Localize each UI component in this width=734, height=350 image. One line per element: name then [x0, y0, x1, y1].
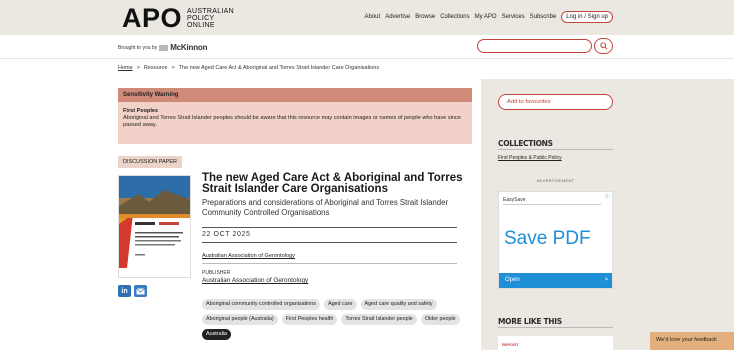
- publish-date: 22 OCT 2025: [202, 231, 251, 238]
- advertisement[interactable]: ⓘ EasySave Save PDF Open >: [498, 191, 613, 289]
- author-link[interactable]: Australian Association of Gerontology: [202, 253, 295, 259]
- ad-info-icon[interactable]: ⓘ: [605, 193, 610, 200]
- publisher-link[interactable]: Australian Association of Gerontology: [202, 277, 308, 284]
- ad-open-button[interactable]: Open >: [499, 273, 612, 288]
- page-subtitle: Preparations and considerations of Abori…: [202, 198, 449, 217]
- tag-geography[interactable]: Australia: [202, 329, 231, 340]
- divider: [202, 227, 457, 228]
- logo-wordmark: APO: [122, 3, 183, 33]
- breadcrumb-separator: >: [171, 65, 175, 71]
- tag[interactable]: Aboriginal people (Australia): [202, 314, 278, 325]
- advertisement-label: ADVERTISEMENT: [536, 178, 575, 183]
- add-to-favourites-button[interactable]: Add to favourites: [498, 94, 613, 110]
- nav-collections[interactable]: Collections: [440, 14, 469, 20]
- linkedin-share-button[interactable]: in: [118, 285, 131, 297]
- divider: [503, 204, 601, 205]
- brought-by-label: Brought to you by: [118, 44, 158, 51]
- divider: [202, 263, 457, 264]
- document-cover-thumbnail[interactable]: [118, 175, 191, 278]
- breadcrumb-current: The new Aged Care Act & Aboriginal and T…: [178, 65, 380, 71]
- warning-text: Aboriginal and Torres Strait Islander pe…: [123, 115, 461, 128]
- search-input[interactable]: [477, 39, 592, 53]
- share-buttons: in: [118, 285, 147, 297]
- related-item-type: REPORT: [502, 342, 519, 347]
- right-sidebar: Add to favourites COLLECTIONS First Peop…: [481, 79, 734, 350]
- login-button[interactable]: Log in / Sign up: [561, 11, 613, 23]
- sensitivity-warning-body: First Peoples Aboriginal and Torres Stra…: [118, 102, 472, 144]
- chevron-right-icon: >: [604, 277, 608, 283]
- tag[interactable]: Aboriginal community controlled organisa…: [202, 299, 320, 310]
- nav-my-apo[interactable]: My APO: [475, 14, 497, 20]
- cover-image: [119, 176, 190, 277]
- top-header: APO AUSTRALIAN POLICY ONLINE About Adver…: [0, 0, 734, 35]
- search-button[interactable]: [594, 38, 613, 54]
- sponsor-bar: Brought to you by McKinnon: [0, 35, 734, 59]
- linkedin-icon: in: [121, 287, 128, 295]
- nav-subscribe[interactable]: Subscribe: [530, 14, 557, 20]
- ad-headline: Save PDF: [504, 228, 591, 249]
- mckinnon-logo-icon: [159, 45, 169, 50]
- ad-cta-label: Open: [505, 277, 520, 283]
- nav-about[interactable]: About: [365, 14, 381, 20]
- breadcrumb-home[interactable]: Home: [118, 65, 133, 71]
- breadcrumb-resource: Resource: [143, 65, 168, 71]
- publisher-label: PUBLISHER: [202, 270, 231, 276]
- document-type-badge: DISCUSSION PAPER: [118, 156, 182, 168]
- logo-subtitle: AUSTRALIAN POLICY ONLINE: [187, 7, 234, 29]
- warning-title: First Peoples: [123, 108, 159, 114]
- tag[interactable]: Aged care: [323, 299, 357, 310]
- sponsor-credit: Brought to you by McKinnon: [118, 43, 207, 52]
- divider: [498, 149, 613, 150]
- tag[interactable]: Torres Strait Islander people: [341, 314, 417, 325]
- breadcrumb: Home > Resource > The new Aged Care Act …: [118, 65, 379, 71]
- tag-list: Aboriginal community controlled organisa…: [202, 299, 472, 340]
- main-nav: About Advertise Browse Collections My AP…: [365, 11, 613, 23]
- nav-advertise[interactable]: Advertise: [385, 14, 410, 20]
- breadcrumb-separator: >: [136, 65, 140, 71]
- divider: [202, 242, 457, 243]
- more-like-this-heading: MORE LIKE THIS: [498, 317, 562, 326]
- search-icon: [599, 42, 608, 50]
- feedback-button[interactable]: We'd love your feedback: [650, 332, 734, 350]
- apo-logo[interactable]: APO AUSTRALIAN POLICY ONLINE: [122, 3, 234, 33]
- divider: [498, 327, 613, 328]
- nav-browse[interactable]: Browse: [415, 14, 435, 20]
- collection-link[interactable]: First Peoples & Public Policy: [498, 155, 562, 161]
- tag[interactable]: First Peoples health: [281, 314, 338, 325]
- tag[interactable]: Aged care quality and safety: [360, 299, 437, 310]
- sensitivity-warning-heading: Sensitivity Warning: [118, 88, 472, 102]
- email-icon: [136, 287, 145, 294]
- email-share-button[interactable]: [134, 285, 147, 297]
- sponsor-name: McKinnon: [170, 43, 208, 52]
- related-item-card[interactable]: REPORT: [498, 336, 613, 350]
- nav-services[interactable]: Services: [502, 14, 525, 20]
- page-title: The new Aged Care Act & Aboriginal and T…: [202, 172, 463, 195]
- collections-heading: COLLECTIONS: [498, 139, 553, 148]
- tag[interactable]: Older people: [420, 314, 460, 325]
- ad-brand: EasySave: [503, 197, 526, 203]
